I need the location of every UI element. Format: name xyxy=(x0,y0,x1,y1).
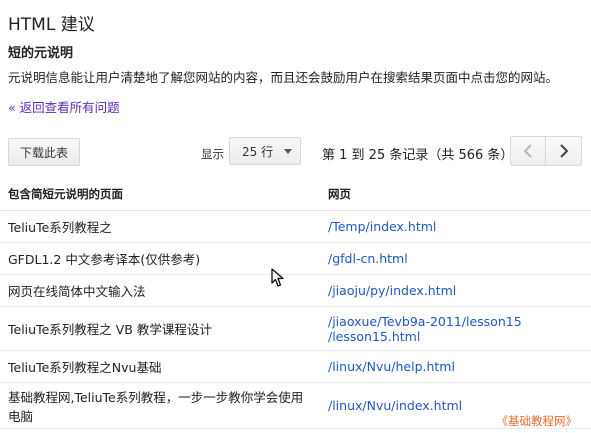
prev-page-button[interactable] xyxy=(510,136,546,166)
record-range: 第 1 到 25 条记录（共 566 条） xyxy=(322,148,514,163)
next-page-button[interactable] xyxy=(546,136,582,166)
caret-down-icon xyxy=(284,149,292,154)
watermark: 《基础教程网》 xyxy=(496,414,578,428)
pagination xyxy=(510,136,582,166)
column-header-url: 网页 xyxy=(320,178,591,211)
table-row: TeliuTe系列教程之Nvu基础 /linux/Nvu/help.html xyxy=(0,350,591,383)
page-url-link[interactable]: /jiaoju/py/index.html xyxy=(320,274,591,307)
mouse-cursor-icon xyxy=(271,268,284,287)
section-description: 元说明信息能让用户清楚地了解您网站的内容，而且还会鼓励用户在搜索结果页面中点击您… xyxy=(8,70,559,85)
show-label: 显示 xyxy=(201,147,224,161)
page-title-cell: 基础教程网,TeliuTe系列教程，一步一步教你学会使用电脑 xyxy=(0,382,320,429)
section-subtitle: 短的元说明 xyxy=(8,46,74,61)
page-title-cell: TeliuTe系列教程之Nvu基础 xyxy=(0,350,320,383)
page-title-cell: TeliuTe系列教程之 VB 教学课程设计 xyxy=(0,306,320,351)
table-row: GFDL1.2 中文参考译本(仅供参考) /gfdl-cn.html xyxy=(0,242,591,275)
rows-per-page-value: 25 行 xyxy=(242,144,274,159)
pages-table: 包含简短元说明的页面 网页 TeliuTe系列教程之 /Temp/index.h… xyxy=(0,178,591,429)
rows-per-page-select[interactable]: 25 行 xyxy=(229,137,301,165)
column-header-page: 包含简短元说明的页面 xyxy=(0,178,320,211)
page-title-cell: TeliuTe系列教程之 xyxy=(0,210,320,243)
page-title: HTML 建议 xyxy=(8,15,95,35)
download-table-button[interactable]: 下载此表 xyxy=(8,138,80,166)
table-row: TeliuTe系列教程之 /Temp/index.html xyxy=(0,210,591,243)
page-url-link[interactable]: /Temp/index.html xyxy=(320,210,591,243)
chevron-right-icon xyxy=(559,144,568,158)
table-header-row: 包含简短元说明的页面 网页 xyxy=(0,178,591,211)
chevron-left-icon xyxy=(523,144,532,158)
page-url-link[interactable]: /linux/Nvu/help.html xyxy=(320,350,591,383)
table-row: TeliuTe系列教程之 VB 教学课程设计 /jiaoxue/Tevb9a-2… xyxy=(0,306,591,351)
back-to-all-issues-link[interactable]: « 返回查看所有问题 xyxy=(8,97,120,116)
table-row: 网页在线简体中文输入法 /jiaoju/py/index.html xyxy=(0,274,591,307)
page-url-link[interactable]: /gfdl-cn.html xyxy=(320,242,591,275)
page-url-link[interactable]: /jiaoxue/Tevb9a-2011/lesson15 /lesson15.… xyxy=(320,306,591,351)
